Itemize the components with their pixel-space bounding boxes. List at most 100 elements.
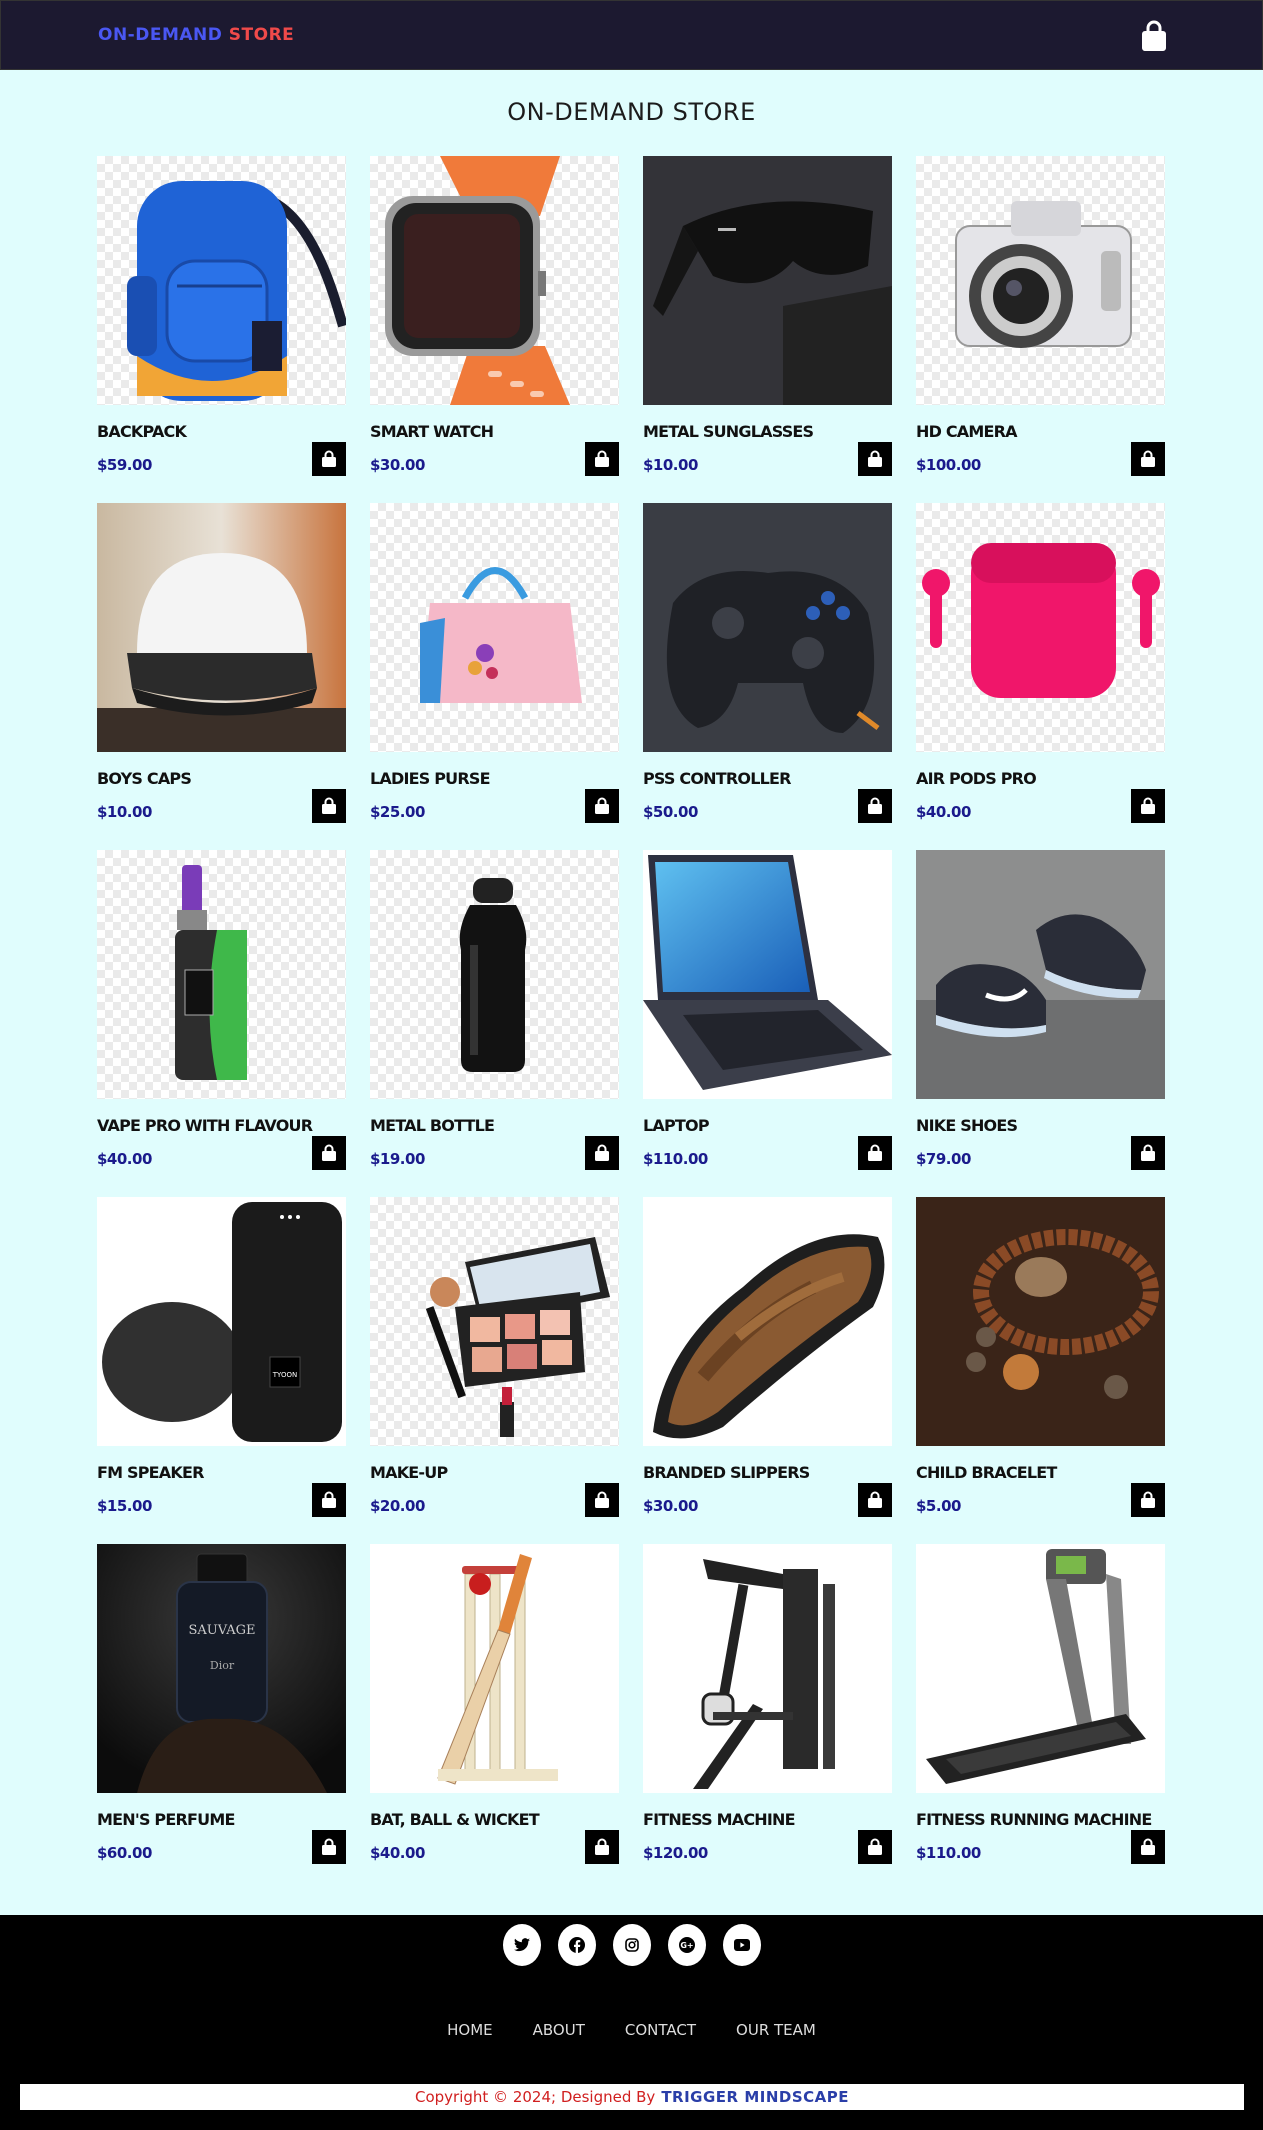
product-card: CHILD BRACELET $5.00 (916, 1197, 1165, 1544)
product-card: MAKE-UP $20.00 (370, 1197, 619, 1544)
shopping-bag-icon (322, 1838, 336, 1855)
sandal-image[interactable] (643, 1197, 892, 1446)
product-price: $40.00 (916, 803, 971, 821)
smartwatch-image[interactable] (370, 156, 619, 405)
youtube-icon[interactable] (722, 1924, 761, 1966)
fitness-machine-image[interactable] (643, 1544, 892, 1793)
add-to-cart-button[interactable] (1131, 1830, 1165, 1864)
product-price: $60.00 (97, 1844, 152, 1862)
product-name: METAL BOTTLE (370, 1116, 495, 1135)
shopping-bag-icon (868, 1144, 882, 1161)
add-to-cart-button[interactable] (1131, 1136, 1165, 1170)
product-grid: BACKPACK $59.00 SMART WATCH $30.00 METAL… (97, 156, 1167, 1891)
product-price: $25.00 (370, 803, 425, 821)
shopping-bag-icon (595, 450, 609, 467)
add-to-cart-button[interactable] (1131, 442, 1165, 476)
shoes-image[interactable] (916, 850, 1165, 1099)
product-name: FITNESS MACHINE (643, 1810, 796, 1829)
add-to-cart-button[interactable] (858, 1830, 892, 1864)
product-card: VAPE PRO WITH FLAVOUR $40.00 (97, 850, 346, 1197)
product-name: SMART WATCH (370, 422, 494, 441)
product-name: MEN'S PERFUME (97, 1810, 235, 1829)
footer-link-home[interactable]: HOME (447, 2021, 493, 2039)
add-to-cart-button[interactable] (585, 1830, 619, 1864)
instagram-icon[interactable] (612, 1924, 651, 1966)
facebook-icon[interactable] (557, 1924, 596, 1966)
shopping-bag-icon (595, 1491, 609, 1508)
speaker-image[interactable]: TYOON (97, 1197, 346, 1446)
shopping-bag-icon (868, 797, 882, 814)
product-card: METAL BOTTLE $19.00 (370, 850, 619, 1197)
google-plus-icon[interactable]: G+ (667, 1924, 706, 1966)
product-price: $40.00 (97, 1150, 152, 1168)
backpack-image[interactable] (97, 156, 346, 405)
bottle-image[interactable] (370, 850, 619, 1099)
bracelet-image[interactable] (916, 1197, 1165, 1446)
product-name: FITNESS RUNNING MACHINE (916, 1810, 1152, 1829)
add-to-cart-button[interactable] (858, 1136, 892, 1170)
add-to-cart-button[interactable] (585, 442, 619, 476)
shopping-bag-icon (322, 450, 336, 467)
product-name: BRANDED SLIPPERS (643, 1463, 810, 1482)
product-price: $40.00 (370, 1844, 425, 1862)
product-name: LAPTOP (643, 1116, 710, 1135)
add-to-cart-button[interactable] (312, 789, 346, 823)
add-to-cart-button[interactable] (1131, 789, 1165, 823)
svg-text:TYOON: TYOON (272, 1371, 297, 1379)
camera-image[interactable] (916, 156, 1165, 405)
product-name: BOYS CAPS (97, 769, 192, 788)
product-card: LADIES PURSE $25.00 (370, 503, 619, 850)
perfume-image[interactable]: SAUVAGE Dior (97, 1544, 346, 1793)
product-card: HD CAMERA $100.00 (916, 156, 1165, 503)
vape-image[interactable] (97, 850, 346, 1099)
brand-part-1: ON-DEMAND (98, 25, 223, 45)
footer-link-our-team[interactable]: OUR TEAM (736, 2021, 816, 2039)
cap-image[interactable] (97, 503, 346, 752)
product-name: BACKPACK (97, 422, 187, 441)
shopping-bag-icon (1141, 450, 1155, 467)
purse-image[interactable] (370, 503, 619, 752)
product-name: CHILD BRACELET (916, 1463, 1057, 1482)
product-name: PSS CONTROLLER (643, 769, 791, 788)
twitter-icon[interactable] (502, 1924, 541, 1966)
svg-text:SAUVAGE: SAUVAGE (188, 1623, 255, 1638)
product-price: $100.00 (916, 456, 981, 474)
svg-text:Dior: Dior (210, 1659, 235, 1672)
shopping-bag-icon (322, 1144, 336, 1161)
controller-image[interactable] (643, 503, 892, 752)
shopping-bag-icon[interactable] (1139, 19, 1169, 53)
product-card: FITNESS RUNNING MACHINE $110.00 (916, 1544, 1165, 1891)
cricket-image[interactable] (370, 1544, 619, 1793)
product-card: NIKE SHOES $79.00 (916, 850, 1165, 1197)
product-name: VAPE PRO WITH FLAVOUR (97, 1116, 313, 1135)
shopping-bag-icon (322, 1491, 336, 1508)
add-to-cart-button[interactable] (312, 1483, 346, 1517)
product-card: BACKPACK $59.00 (97, 156, 346, 503)
add-to-cart-button[interactable] (312, 1136, 346, 1170)
add-to-cart-button[interactable] (312, 442, 346, 476)
footer-link-about[interactable]: ABOUT (533, 2021, 585, 2039)
treadmill-image[interactable] (916, 1544, 1165, 1793)
svg-text:G+: G+ (680, 1941, 693, 1950)
product-price: $15.00 (97, 1497, 152, 1515)
add-to-cart-button[interactable] (1131, 1483, 1165, 1517)
brand-logo[interactable]: ON-DEMAND STORE (98, 25, 294, 45)
airpods-image[interactable] (916, 503, 1165, 752)
laptop-image[interactable] (643, 850, 892, 1099)
makeup-image[interactable] (370, 1197, 619, 1446)
footer-link-contact[interactable]: CONTACT (625, 2021, 696, 2039)
shopping-bag-icon (868, 450, 882, 467)
add-to-cart-button[interactable] (585, 1136, 619, 1170)
add-to-cart-button[interactable] (585, 1483, 619, 1517)
add-to-cart-button[interactable] (858, 1483, 892, 1517)
add-to-cart-button[interactable] (312, 1830, 346, 1864)
product-name: HD CAMERA (916, 422, 1018, 441)
product-card: SAUVAGE Dior MEN'S PERFUME $60.00 (97, 1544, 346, 1891)
designer-link[interactable]: TRIGGER MINDSCAPE (661, 2088, 849, 2106)
add-to-cart-button[interactable] (858, 442, 892, 476)
page-title: ON-DEMAND STORE (507, 98, 756, 126)
add-to-cart-button[interactable] (585, 789, 619, 823)
product-name: AIR PODS PRO (916, 769, 1037, 788)
add-to-cart-button[interactable] (858, 789, 892, 823)
sunglasses-image[interactable] (643, 156, 892, 405)
